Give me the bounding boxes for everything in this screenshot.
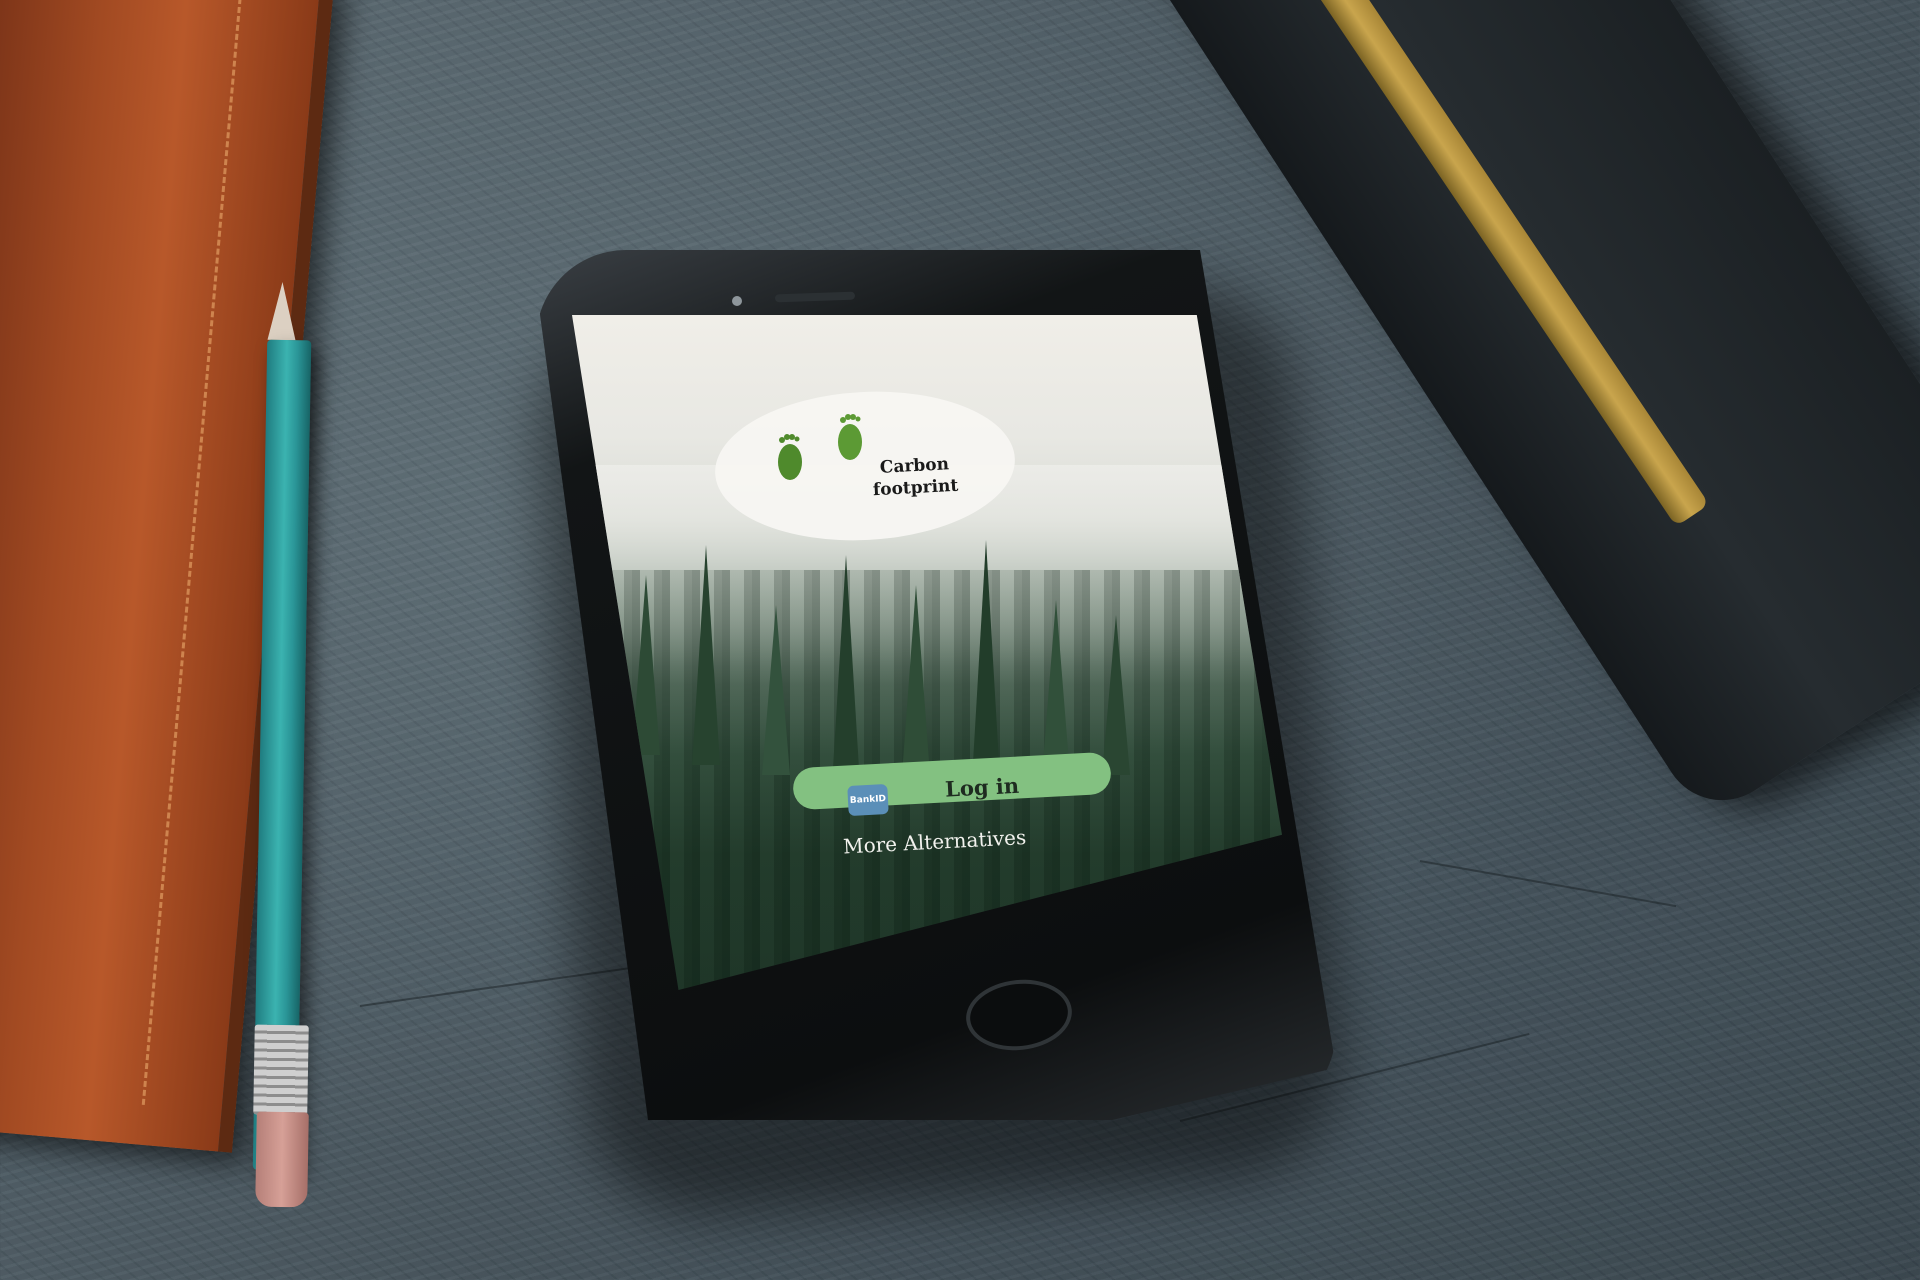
- pine-tree: [832, 555, 860, 785]
- front-camera: [732, 296, 742, 306]
- app-title: Carbon footprint: [872, 454, 959, 501]
- pine-tree: [1102, 615, 1130, 775]
- footprints-icon: [778, 434, 802, 480]
- login-button-label[interactable]: Log in: [944, 771, 1045, 802]
- pine-tree: [692, 545, 720, 765]
- pencil-eraser: [255, 1111, 309, 1208]
- pine-tree: [762, 605, 790, 775]
- footprints-icon: [838, 414, 862, 460]
- pine-tree: [1042, 600, 1070, 775]
- pine-tree: [972, 540, 1000, 780]
- leather-stitching: [141, 0, 243, 1105]
- pine-tree: [902, 585, 930, 775]
- pencil-ferrule: [253, 1024, 309, 1116]
- pencil-tip: [267, 281, 297, 341]
- bankid-icon: BankID: [847, 783, 889, 817]
